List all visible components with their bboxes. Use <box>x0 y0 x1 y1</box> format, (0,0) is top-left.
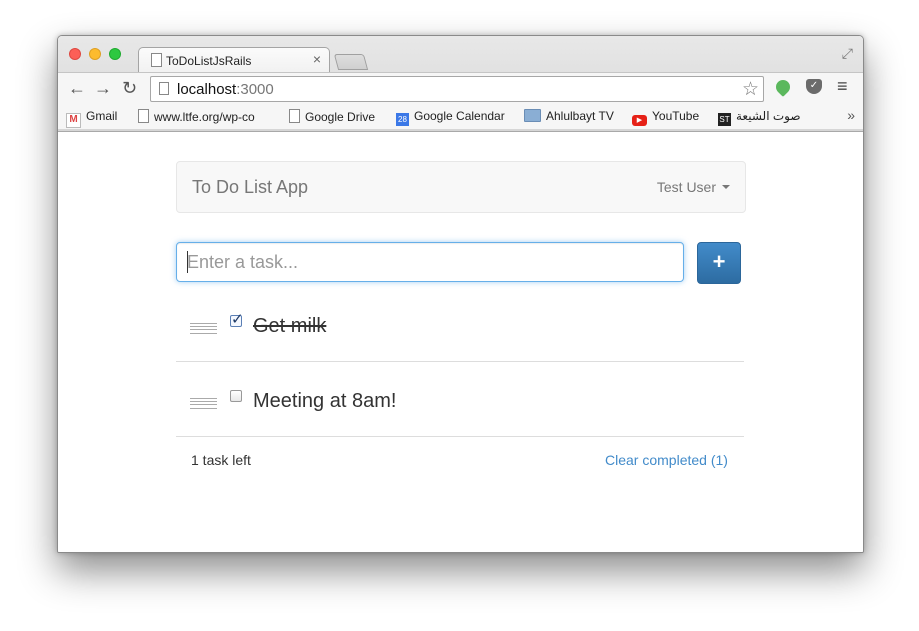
task-input[interactable] <box>176 242 684 282</box>
close-window-button[interactable] <box>69 48 81 60</box>
pocket-icon[interactable]: ✓ <box>806 79 822 94</box>
forward-arrow-icon[interactable]: → <box>94 78 112 98</box>
text-cursor <box>187 251 188 273</box>
bookmark-label: صوت الشيعة <box>736 109 801 123</box>
bookmarks-bar: M Gmail www.ltfe.org/wp-co Google Drive 2… <box>58 105 863 129</box>
tasks-left-count: 1 task left <box>191 452 251 468</box>
tab-close-icon[interactable]: × <box>313 51 321 67</box>
browser-window: ToDoListJsRails × ⤢ ← → ↻ localhost:3000… <box>57 35 864 553</box>
bookmark-label: Google Drive <box>305 110 376 124</box>
bookmarks-overflow-icon[interactable]: » <box>847 107 855 123</box>
url-port: :3000 <box>236 81 274 98</box>
st-icon: ST <box>718 113 731 126</box>
address-bar[interactable]: localhost:3000 ☆ <box>150 76 764 102</box>
tab-title: ToDoListJsRails <box>166 54 252 68</box>
user-menu[interactable]: Test User <box>657 179 730 195</box>
add-task-button[interactable]: + <box>697 242 741 284</box>
bookmark-label: Google Calendar <box>414 109 505 123</box>
page-icon <box>289 109 300 123</box>
browser-tab[interactable]: ToDoListJsRails × <box>138 47 330 73</box>
task-text[interactable]: Get milk <box>253 315 326 338</box>
back-arrow-icon[interactable]: ← <box>68 78 86 98</box>
bookmark-label: YouTube <box>652 109 700 123</box>
fullscreen-icon[interactable]: ⤢ <box>842 45 853 62</box>
bookmark-ltfe[interactable]: www.ltfe.org/wp-co <box>138 109 255 124</box>
youtube-icon: ▶ <box>632 115 647 126</box>
reload-icon[interactable]: ↻ <box>122 78 137 98</box>
app-navbar: To Do List App Test User <box>176 161 746 213</box>
maximize-window-button[interactable] <box>109 48 121 60</box>
checkmark-icon: ✓ <box>231 311 244 328</box>
browser-toolbar: ← → ↻ localhost:3000 ☆ ✓ ≡ <box>58 72 863 105</box>
minimize-window-button[interactable] <box>89 48 101 60</box>
task-text[interactable]: Meeting at 8am! <box>253 390 396 413</box>
browser-chrome: ToDoListJsRails × ⤢ ← → ↻ localhost:3000… <box>58 36 863 132</box>
bookmark-label: Ahlulbayt TV <box>546 109 614 123</box>
bookmark-youtube[interactable]: ▶ YouTube <box>632 109 699 126</box>
caret-down-icon <box>722 185 730 189</box>
url-host: localhost <box>177 81 237 98</box>
user-name: Test User <box>656 179 716 195</box>
extension-leaf-icon[interactable] <box>773 77 793 97</box>
app-brand[interactable]: To Do List App <box>192 177 308 198</box>
bookmark-label: www.ltfe.org/wp-co <box>154 110 255 124</box>
page-content: To Do List App Test User + ✓ Get milk Me… <box>58 132 863 552</box>
bookmark-star-icon[interactable]: ☆ <box>742 78 759 101</box>
task-checkbox[interactable] <box>230 390 242 402</box>
task-item: ✓ Get milk <box>176 287 744 362</box>
task-checkbox[interactable]: ✓ <box>230 311 244 328</box>
bookmark-gmail[interactable]: M Gmail <box>66 109 117 128</box>
page-icon <box>138 109 149 123</box>
folder-icon <box>524 109 541 122</box>
bookmark-google-calendar[interactable]: 28 Google Calendar <box>396 109 505 126</box>
address-text: localhost:3000 <box>177 81 274 98</box>
drag-handle-icon[interactable] <box>190 398 217 409</box>
bookmark-ahlulbayt-tv[interactable]: Ahlulbayt TV <box>524 109 614 123</box>
page-icon <box>159 82 169 95</box>
task-item: Meeting at 8am! <box>176 362 744 437</box>
bookmark-sawt-alshia[interactable]: ST صوت الشيعة <box>718 109 801 126</box>
new-tab-button[interactable] <box>333 54 369 70</box>
calendar-icon: 28 <box>396 113 409 126</box>
drag-handle-icon[interactable] <box>190 323 217 334</box>
gmail-icon: M <box>66 113 81 128</box>
page-icon <box>151 53 162 67</box>
bookmark-google-drive[interactable]: Google Drive <box>289 109 375 124</box>
menu-icon[interactable]: ≡ <box>837 76 848 97</box>
clear-completed-link[interactable]: Clear completed (1) <box>605 452 728 468</box>
bookmark-label: Gmail <box>86 109 118 123</box>
